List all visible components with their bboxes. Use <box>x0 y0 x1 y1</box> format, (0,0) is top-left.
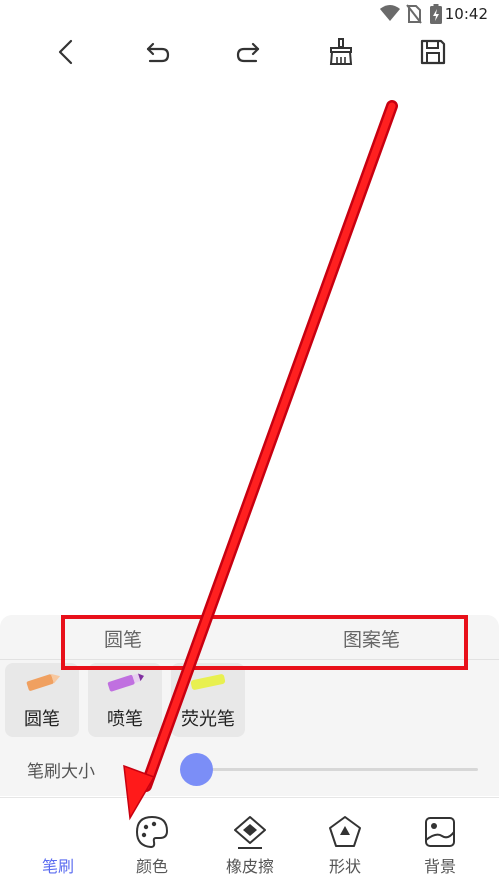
drawing-canvas[interactable] <box>0 80 499 615</box>
status-time: 10:42 <box>444 5 488 23</box>
eraser-icon <box>232 814 268 850</box>
nav-item-brush[interactable]: 笔刷 <box>13 798 103 887</box>
clear-canvas-button[interactable] <box>321 34 361 74</box>
nav-item-color[interactable]: 颜色 <box>107 798 197 887</box>
nav-item-label: 背景 <box>423 857 456 876</box>
palette-icon <box>134 814 170 850</box>
background-image-icon <box>422 814 458 850</box>
back-icon <box>54 38 78 70</box>
back-button[interactable] <box>46 34 86 74</box>
save-icon <box>419 38 447 70</box>
nav-item-label: 橡皮擦 <box>225 857 274 876</box>
brush-clear-icon <box>328 38 354 70</box>
redo-button[interactable] <box>228 34 268 74</box>
bottom-nav: 笔刷 颜色 橡皮擦 形状 背景 <box>0 797 499 887</box>
tab-pattern-pen[interactable]: 图案笔 <box>343 625 400 652</box>
nav-item-label: 颜色 <box>135 857 168 876</box>
save-button[interactable] <box>413 34 453 74</box>
brush-item-spray[interactable]: 喷笔 <box>88 663 162 737</box>
brush-list: 圆笔 喷笔 荧光笔 <box>0 663 499 739</box>
highlighter-icon <box>171 669 245 695</box>
nav-item-background[interactable]: 背景 <box>395 798 485 887</box>
brush-size-slider-thumb[interactable] <box>180 753 213 786</box>
top-toolbar <box>0 30 499 78</box>
redo-icon <box>234 40 262 68</box>
brush-type-tabs: 圆笔 图案笔 <box>0 615 499 660</box>
brush-item-label: 圆笔 <box>24 709 60 730</box>
crayon-icon <box>5 669 79 695</box>
undo-icon <box>144 40 172 68</box>
undo-button[interactable] <box>138 34 178 74</box>
brush-item-round[interactable]: 圆笔 <box>5 663 79 737</box>
brush-item-label: 荧光笔 <box>181 709 235 730</box>
pentagon-icon <box>327 814 363 850</box>
nav-item-shape[interactable]: 形状 <box>300 798 390 887</box>
brush-size-row: 笔刷大小 <box>0 753 499 786</box>
marker-icon <box>88 669 162 695</box>
battery-charging-icon <box>430 4 442 28</box>
no-sim-icon <box>406 4 422 28</box>
wifi-icon <box>380 4 400 26</box>
brush-item-highlighter[interactable]: 荧光笔 <box>171 663 245 737</box>
brush-panel: 圆笔 图案笔 圆笔 喷笔 荧光笔 笔刷大小 <box>0 615 499 796</box>
nav-item-label: 笔刷 <box>41 857 74 876</box>
nav-item-eraser[interactable]: 橡皮擦 <box>205 798 295 887</box>
brush-size-label: 笔刷大小 <box>27 762 95 782</box>
tab-round-pen[interactable]: 圆笔 <box>104 625 142 652</box>
status-bar: 10:42 <box>0 0 499 30</box>
brush-item-label: 喷笔 <box>107 709 143 730</box>
brush-size-slider[interactable] <box>197 768 478 771</box>
nav-item-label: 形状 <box>328 857 361 876</box>
